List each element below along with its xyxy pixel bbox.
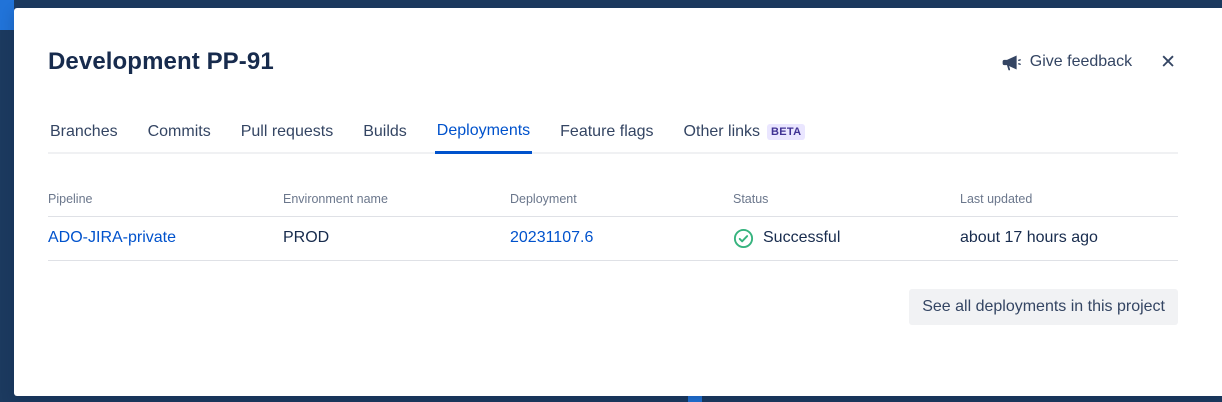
status-cell: Successful <box>733 228 960 249</box>
backdrop-accent <box>0 0 14 30</box>
give-feedback-button[interactable]: Give feedback <box>1000 52 1132 73</box>
megaphone-icon <box>1000 52 1021 73</box>
close-button[interactable]: ✕ <box>1158 53 1178 72</box>
deployments-table: Pipeline Environment name Deployment Sta… <box>48 192 1178 261</box>
column-header-last-updated: Last updated <box>960 192 1178 206</box>
tab-branches[interactable]: Branches <box>48 123 120 154</box>
column-header-status: Status <box>733 192 960 206</box>
development-dialog: Development PP-91 Give feedback ✕ <box>14 8 1222 396</box>
tab-feature-flags[interactable]: Feature flags <box>558 123 655 154</box>
column-header-deployment: Deployment <box>510 192 733 206</box>
page-title: Development PP-91 <box>48 48 274 76</box>
success-icon <box>733 228 754 249</box>
see-all-deployments-button[interactable]: See all deployments in this project <box>909 289 1178 325</box>
beta-badge: BETA <box>767 124 805 140</box>
dev-tabs: Branches Commits Pull requests Builds De… <box>48 122 1178 154</box>
tab-label: Deployments <box>437 122 530 140</box>
environment-cell: PROD <box>283 229 510 247</box>
tab-deployments[interactable]: Deployments <box>435 122 532 154</box>
status-label: Successful <box>763 229 840 247</box>
close-icon: ✕ <box>1160 52 1176 73</box>
header-actions: Give feedback ✕ <box>1000 52 1178 73</box>
deployment-link[interactable]: 20231107.6 <box>510 229 593 246</box>
tab-label: Commits <box>148 123 211 141</box>
table-row: ADO-JIRA-private PROD 20231107.6 Success… <box>48 217 1178 261</box>
tab-label: Feature flags <box>560 123 653 141</box>
dialog-header: Development PP-91 Give feedback ✕ <box>48 48 1178 76</box>
tab-label: Pull requests <box>241 123 334 141</box>
column-header-environment: Environment name <box>283 192 510 206</box>
backdrop-accent <box>688 396 702 402</box>
last-updated-cell: about 17 hours ago <box>960 229 1178 247</box>
tab-commits[interactable]: Commits <box>146 123 213 154</box>
tab-pull-requests[interactable]: Pull requests <box>239 123 336 154</box>
dialog-footer: See all deployments in this project <box>48 289 1178 325</box>
tab-builds[interactable]: Builds <box>361 123 409 154</box>
tab-label: Branches <box>50 123 118 141</box>
table-header-row: Pipeline Environment name Deployment Sta… <box>48 192 1178 217</box>
tab-other-links[interactable]: Other links BETA <box>682 123 808 154</box>
give-feedback-label: Give feedback <box>1030 53 1132 71</box>
column-header-pipeline: Pipeline <box>48 192 283 206</box>
tab-label: Builds <box>363 123 407 141</box>
pipeline-link[interactable]: ADO-JIRA-private <box>48 229 176 246</box>
tab-label: Other links <box>684 123 760 141</box>
